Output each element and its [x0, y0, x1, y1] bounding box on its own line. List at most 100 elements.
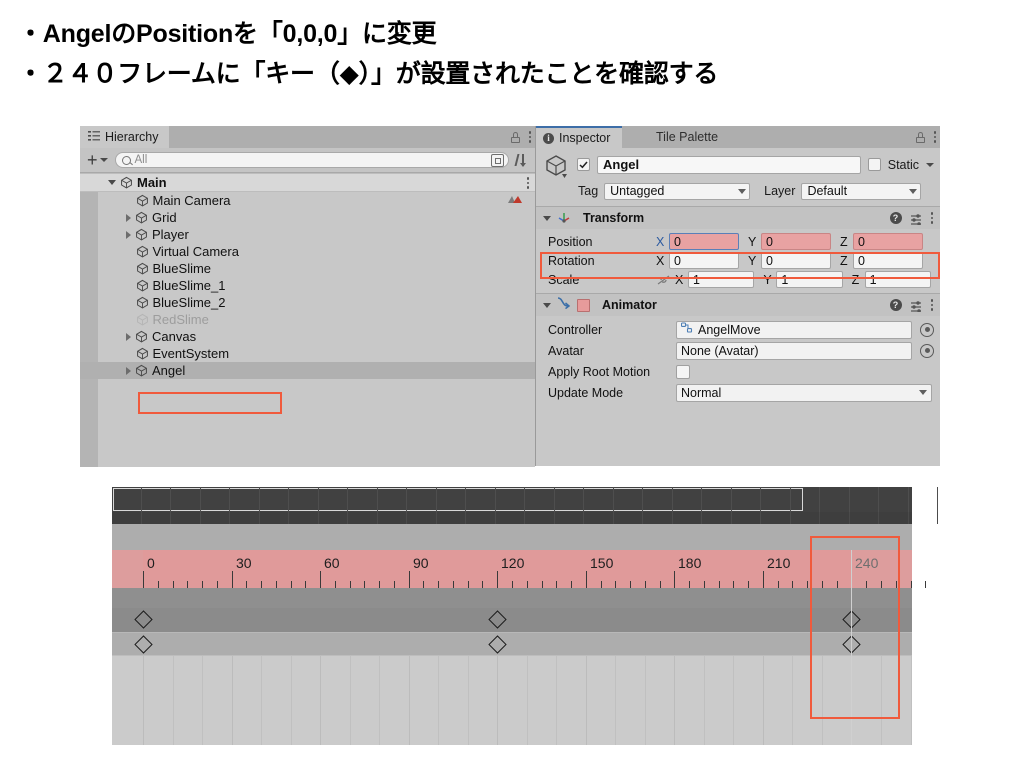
keyframe-diamond[interactable] — [134, 610, 153, 629]
timeline-ruler[interactable]: 0 30 60 90 120 150 180 210 240 — [112, 550, 926, 588]
inspector-lock-icon[interactable] — [915, 131, 925, 143]
tag-value: Untagged — [610, 184, 665, 198]
transform-component-header[interactable]: Transform ? — [536, 206, 940, 229]
timeline-playhead-ruler[interactable] — [851, 550, 852, 588]
keyframe-track-summary[interactable] — [112, 608, 912, 632]
object-picker-icon[interactable] — [920, 322, 934, 337]
timeline-playhead[interactable] — [851, 608, 852, 632]
hierarchy-item-blueslime[interactable]: BlueSlime — [80, 260, 535, 277]
hierarchy-item-label: Grid — [152, 210, 177, 225]
hierarchy-item-angel[interactable]: Angel — [80, 362, 535, 379]
expand-triangle-icon[interactable] — [126, 213, 131, 222]
search-filter-icon[interactable] — [491, 153, 504, 167]
position-z-input[interactable]: 0 — [853, 233, 923, 250]
keyframe-track-position[interactable] — [112, 632, 912, 656]
rotation-y-input[interactable]: 0 — [761, 252, 831, 269]
apply-root-motion-checkbox[interactable] — [676, 364, 690, 379]
tab-tile-palette[interactable]: Tile Palette — [644, 126, 731, 148]
timeline-bar-cell — [142, 487, 171, 512]
help-icon[interactable]: ? — [889, 212, 902, 224]
ruler-frame-label: 60 — [324, 555, 340, 571]
hierarchy-item-canvas[interactable]: Canvas — [80, 328, 535, 345]
hierarchy-item-main-camera[interactable]: Main Camera — [80, 192, 535, 209]
expand-triangle-icon[interactable] — [126, 230, 131, 239]
gameobject-enabled-checkbox[interactable] — [577, 158, 590, 171]
rotation-z-input[interactable]: 0 — [853, 252, 923, 269]
expand-triangle-icon[interactable] — [126, 366, 131, 375]
timeline-playhead[interactable] — [851, 656, 852, 745]
timeline-gridline — [556, 656, 557, 745]
lock-icon[interactable] — [510, 131, 520, 143]
keyframe-diamond[interactable] — [488, 635, 507, 654]
scale-x-input[interactable]: 1 — [688, 271, 755, 288]
timeline-playhead[interactable] — [851, 588, 852, 608]
timeline-bar-cell — [614, 487, 643, 512]
tag-dropdown[interactable]: Untagged — [604, 182, 751, 200]
hierarchy-search-input[interactable]: All — [114, 152, 509, 168]
timeline-playhead[interactable] — [851, 632, 852, 656]
timeline-bar-cell — [643, 487, 673, 512]
tab-hierarchy[interactable]: Hierarchy — [80, 126, 169, 148]
hierarchy-item-grid[interactable]: Grid — [80, 209, 535, 226]
ruler-minor-tick — [261, 581, 262, 588]
constrain-proportions-icon[interactable] — [656, 274, 671, 286]
rotation-x-input[interactable]: 0 — [669, 252, 739, 269]
avatar-field[interactable]: None (Avatar) — [676, 341, 912, 360]
timeline-bar-cell — [378, 512, 407, 524]
hierarchy-item-player[interactable]: Player — [80, 226, 535, 243]
inspector-tab-icons — [915, 126, 936, 148]
scale-y-input[interactable]: 1 — [776, 271, 843, 288]
help-icon[interactable]: ? — [889, 299, 902, 311]
search-placeholder: All — [134, 154, 148, 166]
hierarchy-item-label: BlueSlime_2 — [152, 295, 226, 310]
hierarchy-item-redslime[interactable]: RedSlime — [80, 311, 535, 328]
settings-icon[interactable] — [910, 212, 923, 226]
controller-field[interactable]: AngelMove — [676, 320, 912, 339]
animator-component-header[interactable]: Animator ? — [536, 293, 940, 316]
ruler-minor-tick — [571, 581, 572, 588]
settings-icon[interactable] — [910, 299, 923, 313]
hierarchy-panel: Hierarchy + All Main Main Camera Grid Pl… — [80, 126, 536, 467]
expand-triangle-icon[interactable] — [108, 180, 116, 185]
ruler-minor-tick — [217, 581, 218, 588]
hierarchy-item-virtual-camera[interactable]: Virtual Camera — [80, 243, 535, 260]
sort-icon[interactable] — [513, 152, 531, 168]
gameobject-name-input[interactable]: Angel — [597, 155, 861, 174]
expand-triangle-icon[interactable] — [126, 332, 131, 341]
keyframe-diamond[interactable] — [488, 610, 507, 629]
position-y-input[interactable]: 0 — [761, 233, 831, 250]
hierarchy-item-blueslime-2[interactable]: BlueSlime_2 — [80, 294, 535, 311]
ruler-minor-tick — [173, 581, 174, 588]
hierarchy-item-blueslime-1[interactable]: BlueSlime_1 — [80, 277, 535, 294]
timeline-bar-cell — [850, 487, 879, 512]
static-dropdown-icon[interactable] — [926, 162, 934, 167]
update-mode-field[interactable]: Normal — [676, 383, 932, 402]
static-checkbox[interactable] — [867, 158, 881, 171]
timeline-gridline — [615, 656, 616, 745]
collapse-triangle-icon[interactable] — [543, 215, 551, 221]
timeline-gridline — [261, 656, 262, 745]
animator-row-update-mode: Update Mode Normal — [536, 382, 940, 403]
timeline-bar-cell — [909, 487, 938, 512]
layer-label: Layer — [764, 184, 796, 198]
transform-row-label: Position — [548, 234, 593, 249]
scale-z-input[interactable]: 1 — [864, 271, 931, 288]
hierarchy-item-main[interactable]: Main — [80, 173, 535, 192]
layer-dropdown[interactable]: Default — [801, 182, 922, 200]
hierarchy-menu-icon[interactable] — [528, 131, 531, 143]
collapse-triangle-icon[interactable] — [543, 302, 551, 308]
timeline-subbar — [112, 512, 938, 524]
inspector-menu-icon[interactable] — [933, 131, 936, 143]
position-x-input[interactable]: 0 — [669, 233, 739, 250]
animator-menu-icon[interactable] — [930, 299, 933, 311]
timeline-bar-cell — [260, 487, 289, 512]
ruler-minor-tick — [468, 581, 469, 588]
hierarchy-item-eventsystem[interactable]: EventSystem — [80, 345, 535, 362]
keyframe-diamond[interactable] — [134, 635, 153, 654]
tab-inspector[interactable]: i Inspector — [536, 126, 623, 148]
hierarchy-row-menu-icon[interactable] — [526, 177, 529, 189]
add-gameobject-button[interactable]: + — [84, 151, 111, 169]
transform-menu-icon[interactable] — [930, 212, 933, 224]
timeline-gridline — [468, 656, 469, 745]
object-picker-icon[interactable] — [920, 343, 934, 358]
